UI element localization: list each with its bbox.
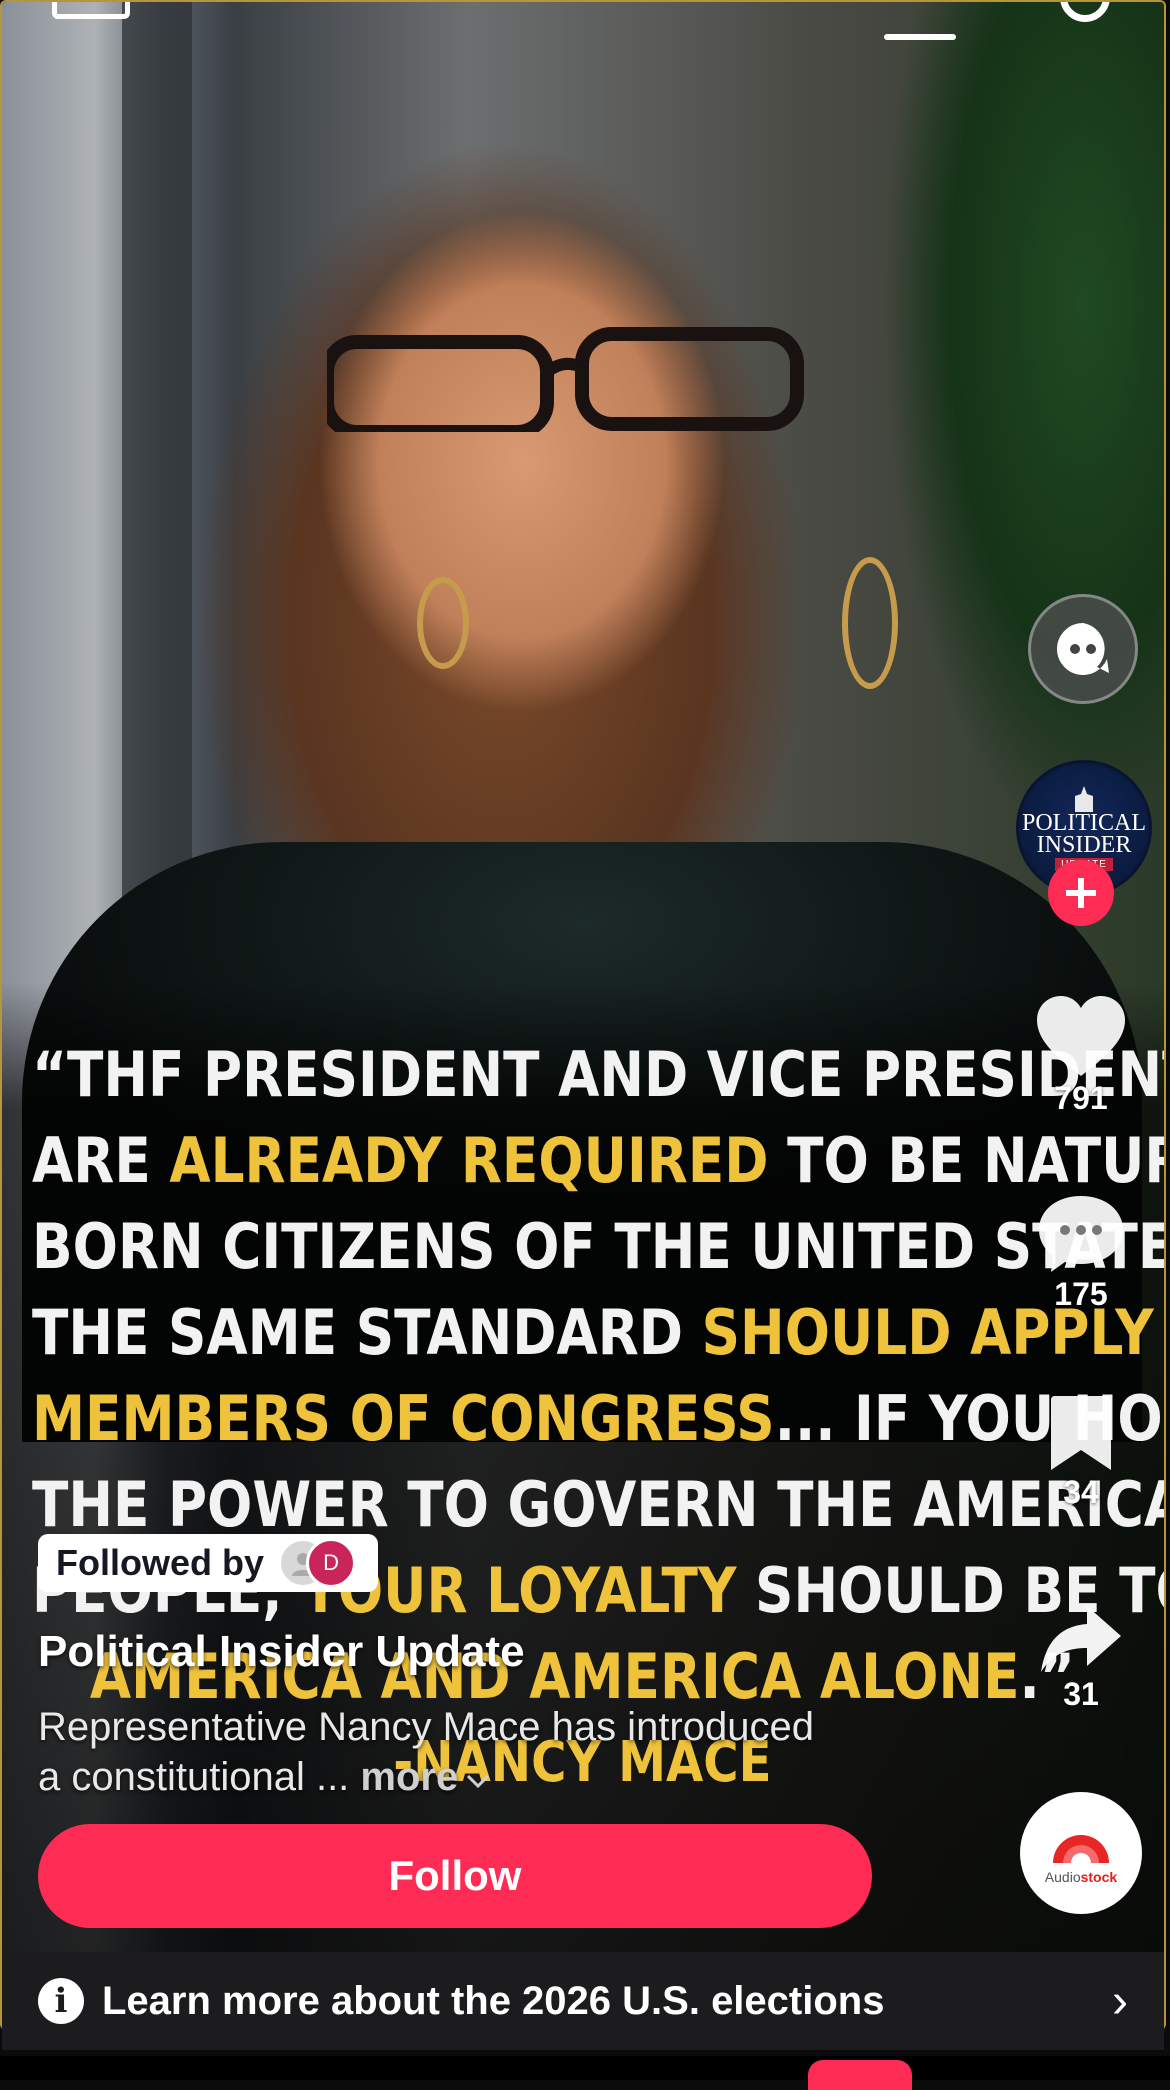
earring-right (842, 557, 898, 689)
quote-segment: THE SAME STANDARD (32, 1296, 702, 1369)
quote-segment: BORN CITIZENS OF THE UNITED STATES. (32, 1210, 1166, 1283)
quote-line: BORN CITIZENS OF THE UNITED STATES. (32, 1204, 1164, 1290)
bookmark-button[interactable]: 34 (1026, 1394, 1136, 1511)
like-count: 791 (1054, 1080, 1108, 1116)
elections-banner[interactable]: i Learn more about the 2026 U.S. electio… (2, 1952, 1164, 2050)
quote-segment: ALREADY REQUIRED (169, 1124, 769, 1197)
capitol-icon (1075, 785, 1093, 812)
like-button[interactable]: 791 (1026, 994, 1136, 1117)
quote-segment: ARE (32, 1124, 170, 1197)
follow-button[interactable]: Follow (38, 1824, 872, 1928)
chatbot-button[interactable] (1028, 594, 1138, 704)
follow-plus-button[interactable] (1048, 860, 1114, 926)
save-count: 34 (1063, 1474, 1099, 1510)
elections-banner-text: Learn more about the 2026 U.S. elections (102, 1978, 885, 2023)
info-icon: i (38, 1978, 84, 2024)
sound-label: Audiostock (1044, 1869, 1118, 1885)
more-link[interactable]: more (360, 1755, 492, 1799)
share-icon (1041, 1606, 1121, 1672)
tab-indicator (884, 34, 956, 40)
comment-button[interactable]: 175 (1026, 1194, 1136, 1313)
heart-icon (1037, 996, 1125, 1076)
share-count: 31 (1063, 1676, 1099, 1712)
glasses-graphic (327, 327, 804, 432)
followed-by-label: Followed by (56, 1542, 265, 1583)
quote-line: “THF PRESIDENT AND VICE PRESIDENT (32, 1032, 1164, 1118)
quote-segment: “THF PRESIDENT AND VICE PRESIDENT (32, 1038, 1166, 1111)
quote-line: MEMBERS OF CONGRESS... IF YOU HOLD (32, 1376, 1164, 1462)
follower-avatar: D (306, 1538, 357, 1588)
chatbot-icon (1057, 623, 1109, 675)
sound-disc[interactable]: Audiostock (1020, 1792, 1142, 1914)
quote-text: “THF PRESIDENT AND VICE PRESIDENT ARE ALR… (32, 1032, 1164, 1806)
post-caption[interactable]: Representative Nancy Mace has introduced… (38, 1702, 838, 1802)
bookmark-icon (1051, 1396, 1111, 1470)
quote-segment: TO BE NATURAL (787, 1124, 1164, 1197)
bottom-nav (0, 2056, 1170, 2080)
quote-line: ARE ALREADY REQUIRED TO BE NATURAL (32, 1118, 1164, 1204)
avatar-text-mid: INSIDER (1036, 831, 1132, 858)
comment-icon (1039, 1196, 1123, 1272)
chevron-right-icon: › (1112, 1974, 1128, 2028)
quote-segment: MEMBERS OF CONGRESS (32, 1382, 775, 1455)
quote-segment: THE POWER TO GOVERN THE AMERICAN (32, 1468, 1166, 1541)
plus-icon (1066, 878, 1096, 908)
menu-icon[interactable] (52, 2, 130, 19)
chevron-down-icon (467, 1774, 490, 1789)
avatar-text-top: POLITICAL (1022, 809, 1146, 836)
share-button[interactable]: 31 (1026, 1604, 1136, 1713)
comment-count: 175 (1054, 1276, 1108, 1312)
quote-line: THE SAME STANDARD SHOULD APPLY TO (32, 1290, 1164, 1376)
audiostock-logo-icon (1053, 1835, 1109, 1863)
followed-by-chip[interactable]: Followed by D (38, 1534, 379, 1592)
creator-username[interactable]: Political Insider Update (38, 1627, 525, 1677)
inbox-badge (808, 2060, 912, 2090)
earring-left (417, 577, 469, 669)
video-frame[interactable]: “THF PRESIDENT AND VICE PRESIDENT ARE ALR… (0, 0, 1166, 2030)
follower-avatars: D (278, 1538, 357, 1588)
